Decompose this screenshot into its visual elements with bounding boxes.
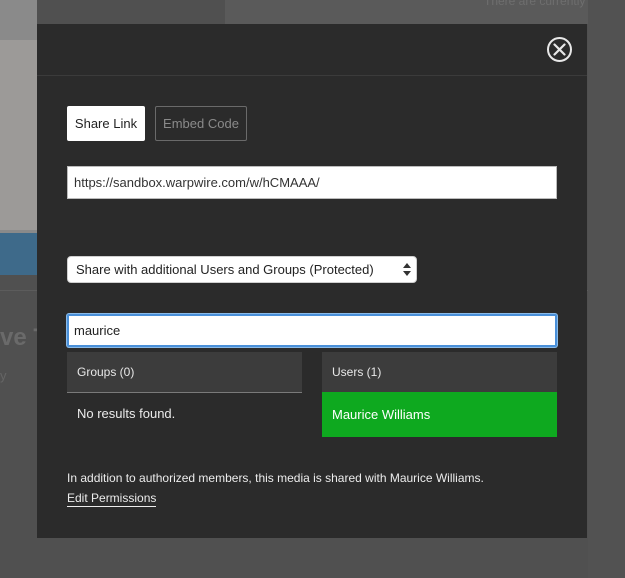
share-permission-select[interactable]: Share with additional Users and Groups (…: [67, 256, 417, 283]
share-url-field[interactable]: https://sandbox.warpwire.com/w/hCMAAA/: [67, 166, 557, 199]
user-result-item[interactable]: Maurice Williams: [322, 392, 557, 437]
select-arrows-icon: [403, 263, 411, 276]
groups-empty-text: No results found.: [77, 406, 176, 421]
groups-header: Groups (0): [67, 352, 302, 393]
background-thumbnail: [0, 0, 37, 275]
background-side-panel: [588, 0, 625, 578]
share-info-text: In addition to authorized members, this …: [67, 471, 484, 485]
users-header: Users (1): [322, 352, 557, 392]
tab-share-link[interactable]: Share Link: [67, 106, 145, 141]
background-subtitle: y: [0, 368, 7, 383]
tab-embed-code[interactable]: Embed Code: [155, 106, 247, 141]
modal-header: [37, 24, 587, 76]
close-button[interactable]: [547, 37, 572, 62]
edit-permissions-link[interactable]: Edit Permissions: [67, 491, 157, 507]
user-search-input[interactable]: maurice: [67, 314, 557, 347]
share-modal: Share Link Embed Code https://sandbox.wa…: [37, 24, 587, 538]
close-icon: [553, 43, 566, 56]
share-permission-selected: Share with additional Users and Groups (…: [76, 262, 374, 277]
